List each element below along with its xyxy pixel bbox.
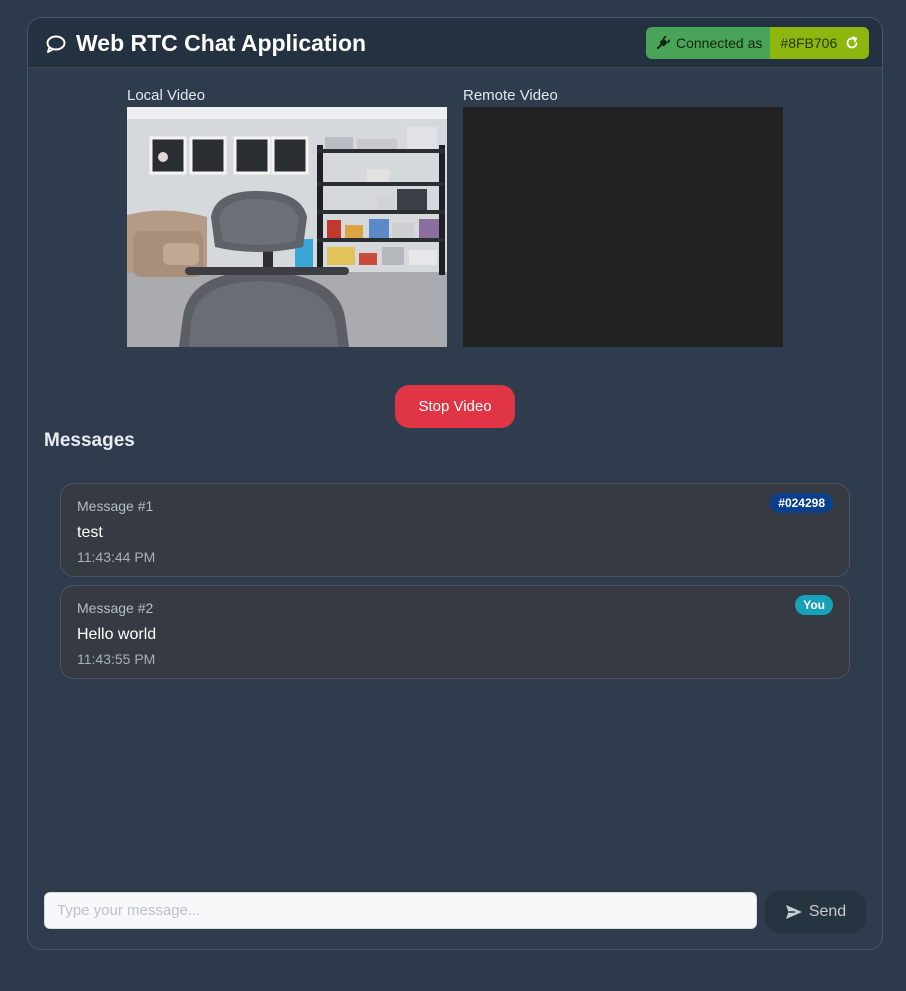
- message-input[interactable]: [44, 892, 757, 929]
- send-icon: [785, 905, 802, 919]
- sender-badge: You: [795, 595, 833, 615]
- chat-app-card: Web RTC Chat Application Connected as #8…: [27, 17, 883, 950]
- chat-bubble-icon: [46, 35, 66, 53]
- connection-status: Connected as: [646, 27, 771, 59]
- message-text: test: [77, 524, 103, 541]
- stop-video-button[interactable]: Stop Video: [395, 385, 515, 428]
- connection-badge: Connected as #8FB706: [646, 27, 870, 59]
- connection-status-label: Connected as: [676, 35, 763, 51]
- user-id: #8FB706: [780, 35, 838, 51]
- remote-video-label: Remote Video: [463, 87, 558, 104]
- user-id-refresh-button[interactable]: #8FB706: [770, 27, 870, 59]
- app-header: Web RTC Chat Application Connected as #8…: [28, 18, 882, 68]
- plug-icon: [657, 36, 670, 49]
- send-button-label: Send: [808, 903, 847, 920]
- message-text: Hello world: [77, 626, 157, 643]
- message-time: 11:43:44 PM: [77, 549, 156, 565]
- message-item: Message #2 You Hello world 11:43:55 PM: [60, 585, 850, 679]
- message-number: Message #2: [77, 600, 154, 616]
- message-time: 11:43:55 PM: [77, 651, 156, 667]
- sender-badge: #024298: [770, 493, 833, 513]
- page-title: Web RTC Chat Application: [76, 30, 367, 56]
- local-video-feed: [127, 107, 447, 347]
- refresh-icon: [846, 36, 858, 49]
- local-video-label: Local Video: [127, 87, 206, 104]
- send-button[interactable]: Send: [765, 891, 866, 933]
- message-item: Message #1 #024298 test 11:43:44 PM: [60, 483, 850, 577]
- messages-heading: Messages: [44, 430, 135, 451]
- message-number: Message #1: [77, 498, 154, 514]
- remote-video: [463, 107, 783, 347]
- local-video: [127, 107, 447, 347]
